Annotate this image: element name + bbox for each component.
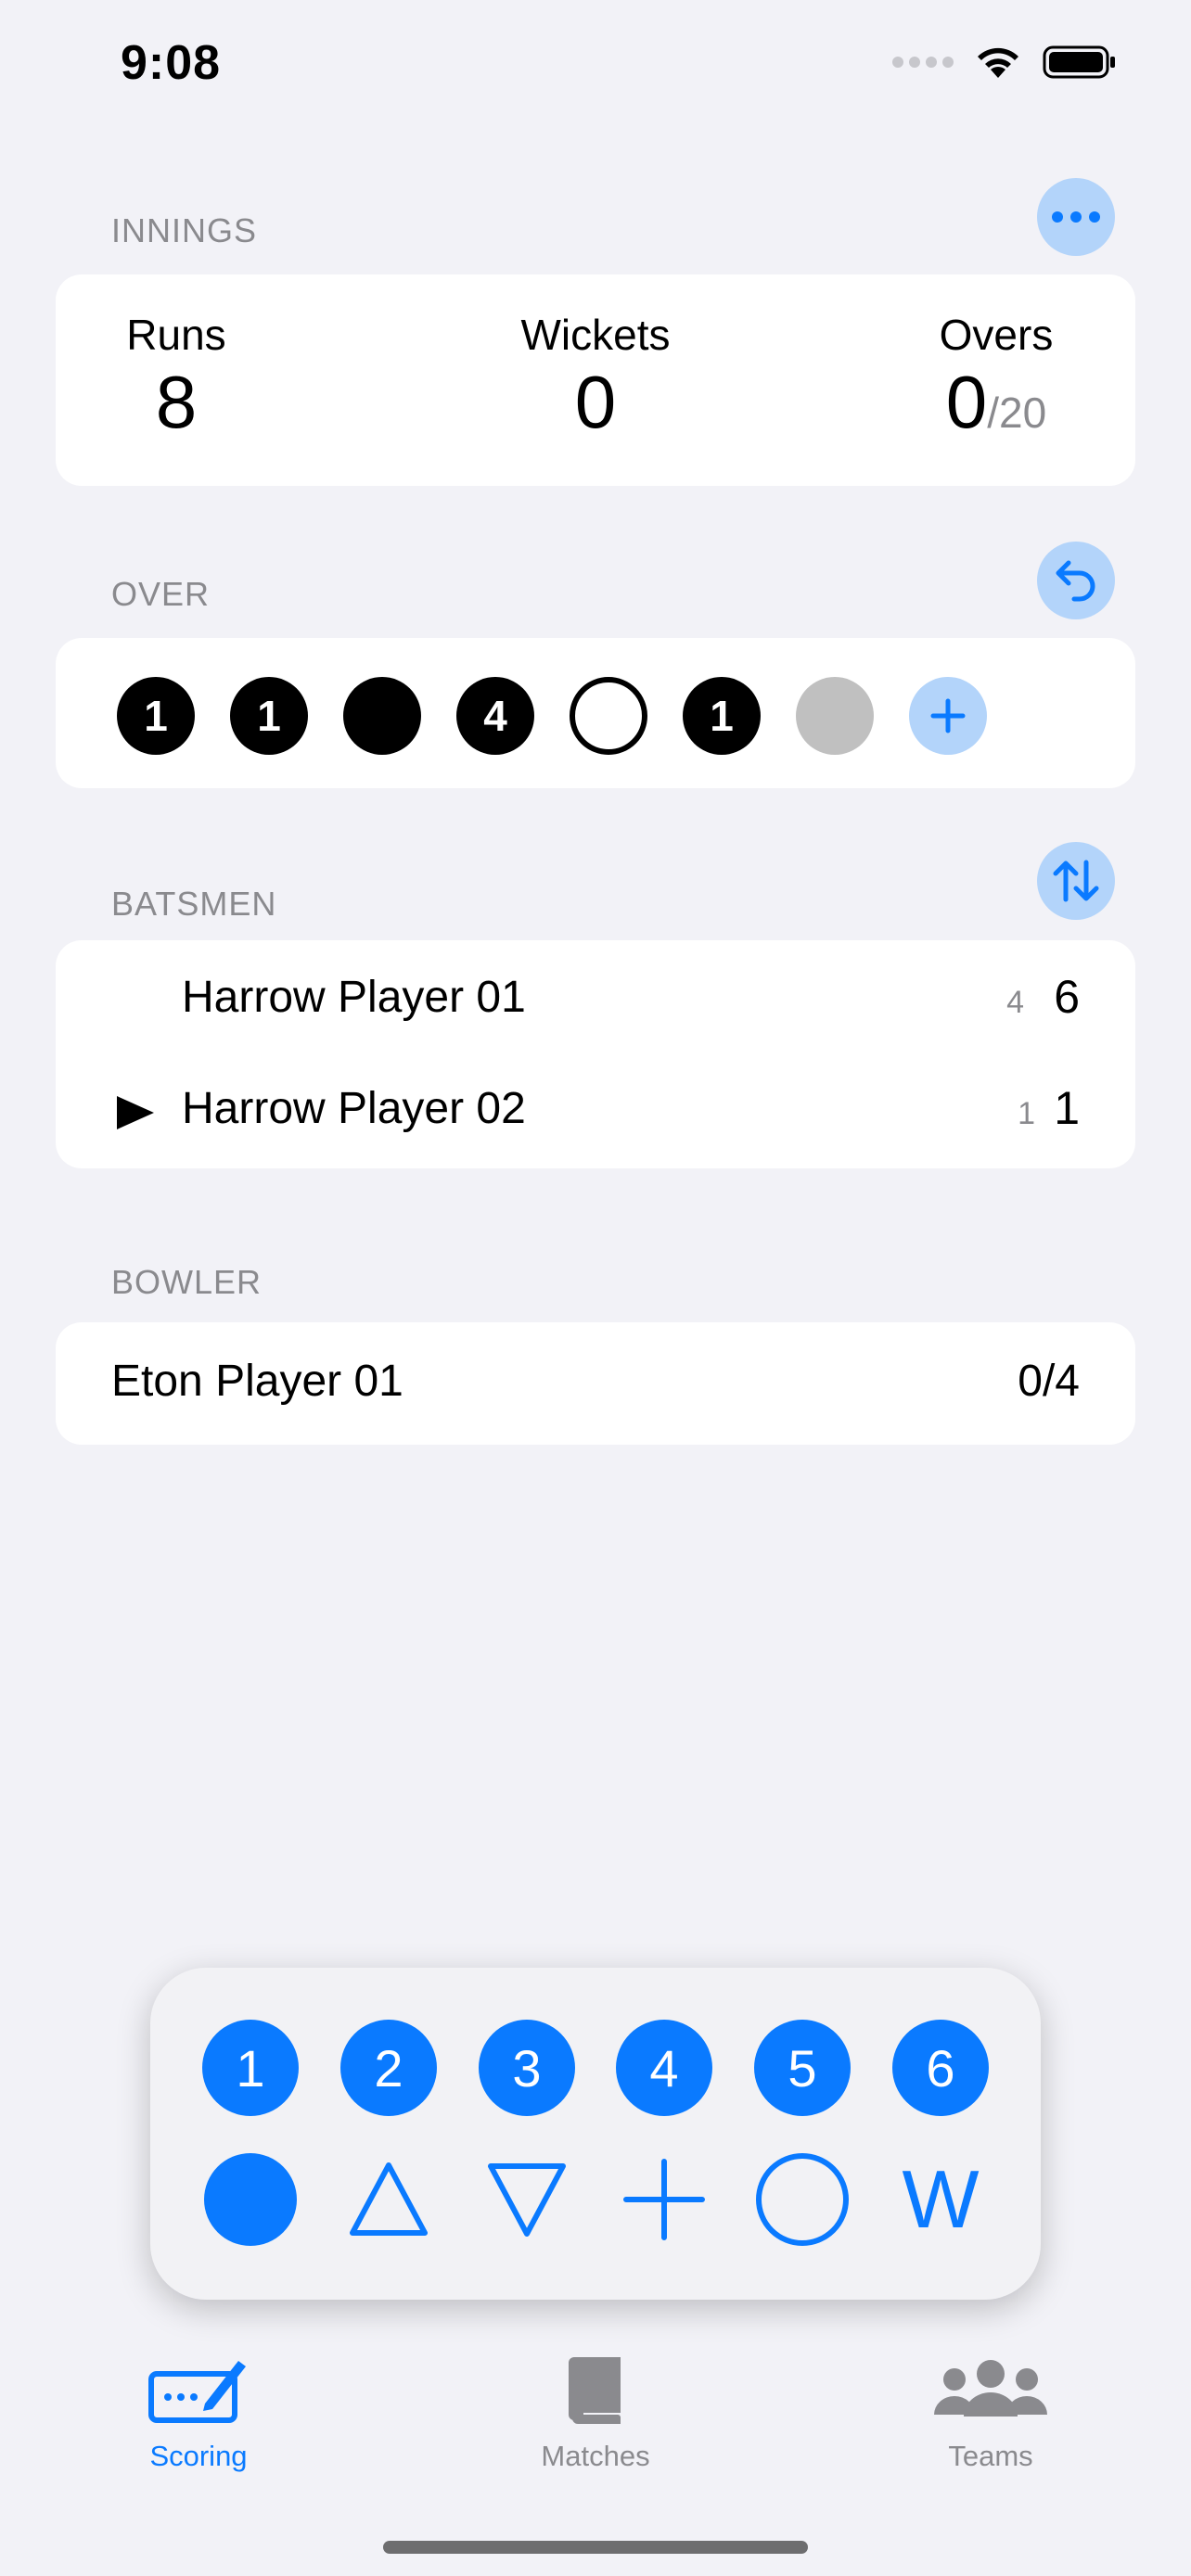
ball-4[interactable]: 4 bbox=[456, 677, 534, 755]
key-6-runs[interactable]: 6 bbox=[892, 2020, 989, 2116]
ball-2[interactable]: 1 bbox=[230, 677, 308, 755]
ball-5-wide[interactable] bbox=[570, 677, 647, 755]
overs-bowled: 0 bbox=[945, 361, 988, 443]
cellular-signal-icon bbox=[892, 57, 954, 68]
wicket-button[interactable]: W bbox=[892, 2151, 989, 2248]
add-ball-button[interactable] bbox=[909, 677, 987, 755]
plus-icon bbox=[930, 698, 966, 733]
tab-teams[interactable]: Teams bbox=[879, 2355, 1102, 2473]
ball-6[interactable]: 1 bbox=[683, 677, 761, 755]
home-indicator[interactable] bbox=[383, 2541, 808, 2554]
key-3-runs[interactable]: 3 bbox=[479, 2020, 575, 2116]
triangle-down-icon bbox=[488, 2163, 566, 2237]
batsmen-section-label: BATSMEN bbox=[111, 885, 277, 923]
scoring-icon bbox=[148, 2361, 246, 2423]
batsman-row[interactable]: Harrow Player 01 4 6 bbox=[56, 944, 1135, 1055]
runs-label: Runs bbox=[126, 311, 226, 359]
scoring-keypad: 1 2 3 4 5 6 W bbox=[150, 1968, 1041, 2300]
wickets-stat: Wickets 0 bbox=[484, 310, 707, 440]
key-2-runs[interactable]: 2 bbox=[340, 2020, 437, 2116]
tab-scoring[interactable]: Scoring bbox=[87, 2355, 310, 2473]
overs-total: /20 bbox=[987, 389, 1047, 437]
tab-label: Matches bbox=[541, 2440, 650, 2472]
runs-value: 8 bbox=[155, 361, 198, 443]
innings-card: Runs 8 Wickets 0 Overs 0/20 bbox=[56, 274, 1135, 486]
status-icons bbox=[892, 45, 1117, 80]
plus-icon bbox=[623, 2159, 705, 2240]
undo-icon bbox=[1056, 560, 1095, 602]
batsman-row[interactable]: Harrow Player 02 1 1 bbox=[56, 1055, 1135, 1167]
over-card: 1 1 4 1 bbox=[56, 638, 1135, 788]
runs-stat: Runs 8 bbox=[111, 310, 241, 440]
wifi-icon bbox=[978, 47, 1018, 78]
ball-next-placeholder bbox=[796, 677, 874, 755]
wide-button[interactable] bbox=[754, 2151, 851, 2248]
batsman-balls-faced: 4 bbox=[1006, 985, 1024, 1020]
status-time: 9:08 bbox=[121, 36, 222, 90]
over-section-label: OVER bbox=[111, 575, 211, 613]
batsman-name: Harrow Player 02 bbox=[182, 1084, 526, 1133]
on-strike-icon bbox=[117, 1096, 154, 1129]
batsman-runs: 6 bbox=[1054, 971, 1080, 1023]
battery-icon bbox=[1043, 45, 1115, 79]
leg-bye-button[interactable] bbox=[479, 2151, 575, 2248]
bowler-card[interactable]: Eton Player 01 0/4 bbox=[56, 1322, 1135, 1445]
wickets-value: 0 bbox=[574, 361, 617, 443]
batsman-runs: 1 bbox=[1054, 1082, 1080, 1134]
batsmen-card: Harrow Player 01 4 6 Harrow Player 02 1 … bbox=[56, 940, 1135, 1168]
filled-circle-icon bbox=[204, 2153, 297, 2246]
more-options-button[interactable] bbox=[1037, 178, 1115, 256]
undo-button[interactable] bbox=[1037, 542, 1115, 619]
ball-3-dot[interactable] bbox=[343, 677, 421, 755]
tab-matches[interactable]: Matches bbox=[484, 2355, 707, 2473]
triangle-up-icon bbox=[350, 2162, 428, 2236]
innings-section-label: INNINGS bbox=[111, 211, 258, 249]
batsman-name: Harrow Player 01 bbox=[182, 973, 526, 1022]
overs-stat: Overs 0/20 bbox=[913, 310, 1080, 440]
overs-value: 0/20 bbox=[913, 365, 1080, 440]
batsman-balls-faced: 1 bbox=[1018, 1096, 1035, 1131]
bye-button[interactable] bbox=[340, 2151, 437, 2248]
swap-arrows-icon bbox=[1053, 860, 1099, 902]
key-1-run[interactable]: 1 bbox=[202, 2020, 299, 2116]
book-icon bbox=[569, 2357, 621, 2424]
key-4-runs[interactable]: 4 bbox=[616, 2020, 712, 2116]
swap-batsmen-button[interactable] bbox=[1037, 842, 1115, 920]
bowler-name: Eton Player 01 bbox=[111, 1357, 403, 1406]
ellipsis-icon bbox=[1052, 211, 1100, 223]
key-5-runs[interactable]: 5 bbox=[754, 2020, 851, 2116]
people-icon bbox=[934, 2360, 1047, 2417]
bowler-section-label: BOWLER bbox=[111, 1263, 263, 1301]
overs-label: Overs bbox=[939, 311, 1054, 359]
ball-1[interactable]: 1 bbox=[117, 677, 195, 755]
hollow-circle-icon bbox=[756, 2153, 849, 2246]
dot-ball-button[interactable] bbox=[202, 2151, 299, 2248]
scoring-screen: 9:08 INNINGS Runs 8 Wickets 0 Overs 0/20… bbox=[0, 0, 1191, 2576]
tab-label: Teams bbox=[948, 2440, 1033, 2472]
bowler-figures: 0/4 bbox=[1018, 1357, 1080, 1406]
no-ball-button[interactable] bbox=[616, 2151, 712, 2248]
tab-label: Scoring bbox=[149, 2440, 248, 2472]
wickets-label: Wickets bbox=[520, 311, 671, 359]
